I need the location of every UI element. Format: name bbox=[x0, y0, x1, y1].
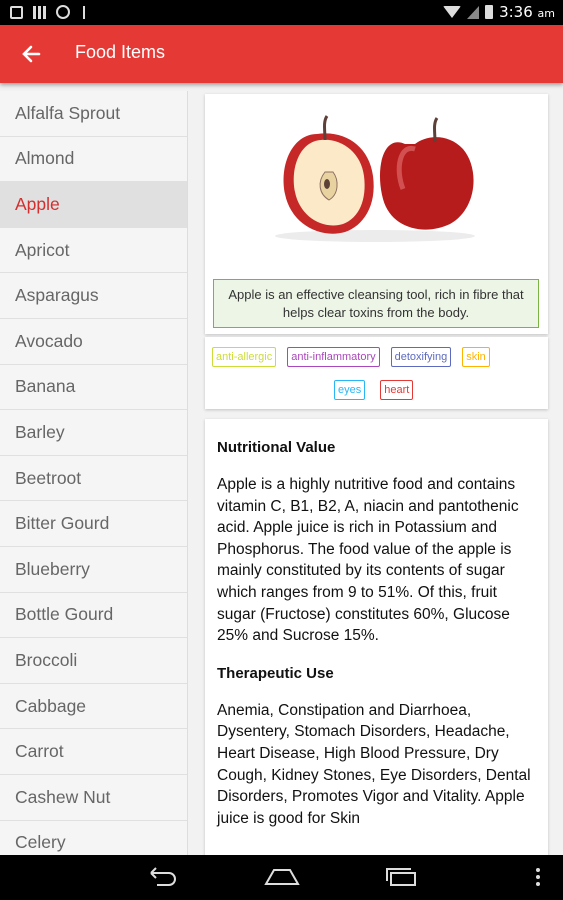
food-caption: Apple is an effective cleansing tool, ri… bbox=[213, 279, 539, 328]
sidebar-item[interactable]: Carrot bbox=[0, 729, 187, 775]
recents-icon bbox=[386, 868, 416, 886]
tag-chip[interactable]: detoxifying bbox=[390, 347, 452, 367]
sidebar-item[interactable]: Cashew Nut bbox=[0, 775, 187, 821]
sidebar-item[interactable]: Broccoli bbox=[0, 638, 187, 684]
tag-chip[interactable]: anti-inflammatory bbox=[287, 347, 380, 367]
home-icon bbox=[264, 869, 300, 885]
nutrition-card: Nutritional Value Apple is a highly nutr… bbox=[205, 419, 548, 859]
apple-photo bbox=[275, 115, 475, 242]
nutritional-value-text: Apple is a highly nutritive food and con… bbox=[217, 476, 519, 645]
tags-row-2: eyes heart bbox=[334, 380, 414, 400]
sidebar-item[interactable]: Almond bbox=[0, 137, 187, 183]
tag-chip[interactable]: skin bbox=[462, 347, 490, 367]
food-list[interactable]: Alfalfa Sprout Almond Apple Apricot Asparagu… bbox=[0, 91, 188, 855]
nav-home-button[interactable] bbox=[260, 863, 304, 891]
tags-card: anti-allergic anti-inflammatory detoxifyin… bbox=[205, 337, 548, 409]
sidebar-item[interactable]: Celery bbox=[0, 821, 187, 856]
back-button[interactable] bbox=[14, 37, 48, 71]
sidebar-item[interactable]: Barley bbox=[0, 410, 187, 456]
sidebar-item[interactable]: Avocado bbox=[0, 319, 187, 365]
therapeutic-use-heading: Therapeutic Use bbox=[217, 664, 334, 682]
sidebar-item[interactable]: Bitter Gourd bbox=[0, 501, 187, 547]
sidebar-item[interactable]: Bottle Gourd bbox=[0, 593, 187, 639]
media-icon bbox=[33, 5, 46, 19]
sidebar-item[interactable]: Beetroot bbox=[0, 456, 187, 502]
page-title: Food Items bbox=[75, 42, 166, 62]
status-bar: 3:36 am bbox=[0, 0, 563, 25]
nav-recents-button[interactable] bbox=[380, 863, 424, 891]
sidebar-item[interactable]: Apple bbox=[0, 182, 187, 228]
sidebar-item[interactable]: Asparagus bbox=[0, 273, 187, 319]
battery-icon bbox=[485, 5, 494, 19]
app-bar: Food Items bbox=[0, 25, 563, 83]
app-notification-icon bbox=[56, 5, 70, 19]
overflow-menu-icon bbox=[536, 868, 540, 886]
system-icons: 3:36 am bbox=[443, 3, 555, 21]
food-image-card: Apple is an effective cleansing tool, ri… bbox=[205, 94, 548, 334]
nav-menu-button[interactable] bbox=[528, 863, 548, 891]
sidebar-item[interactable]: Cabbage bbox=[0, 684, 187, 730]
sidebar-item[interactable]: Apricot bbox=[0, 228, 187, 274]
wifi-icon bbox=[443, 6, 462, 18]
sidebar-item[interactable]: Banana bbox=[0, 365, 187, 411]
usb-icon bbox=[83, 5, 93, 19]
system-nav-bar bbox=[0, 855, 563, 900]
food-detail: Apple is an effective cleansing tool, ri… bbox=[205, 91, 548, 859]
arrow-left-icon bbox=[22, 45, 41, 63]
nutritional-value-heading: Nutritional Value bbox=[217, 439, 336, 456]
sidebar-item[interactable]: Blueberry bbox=[0, 547, 187, 593]
tag-chip[interactable]: heart bbox=[380, 380, 414, 400]
signal-icon bbox=[467, 5, 480, 19]
nav-back-button[interactable] bbox=[140, 863, 184, 891]
tag-chip[interactable]: anti-allergic bbox=[212, 347, 277, 367]
therapeutic-use-text: Anemia, Constipation and Diarrhoea, Dyse… bbox=[217, 701, 531, 827]
back-icon bbox=[150, 867, 176, 886]
tag-chip[interactable]: eyes bbox=[334, 380, 366, 400]
clock: 3:36 am bbox=[499, 3, 555, 21]
tags-row-1: anti-allergic anti-inflammatory detoxifyin… bbox=[212, 347, 490, 367]
sidebar-item[interactable]: Alfalfa Sprout bbox=[0, 91, 187, 137]
notification-icons bbox=[10, 5, 93, 19]
gallery-icon bbox=[10, 5, 23, 19]
